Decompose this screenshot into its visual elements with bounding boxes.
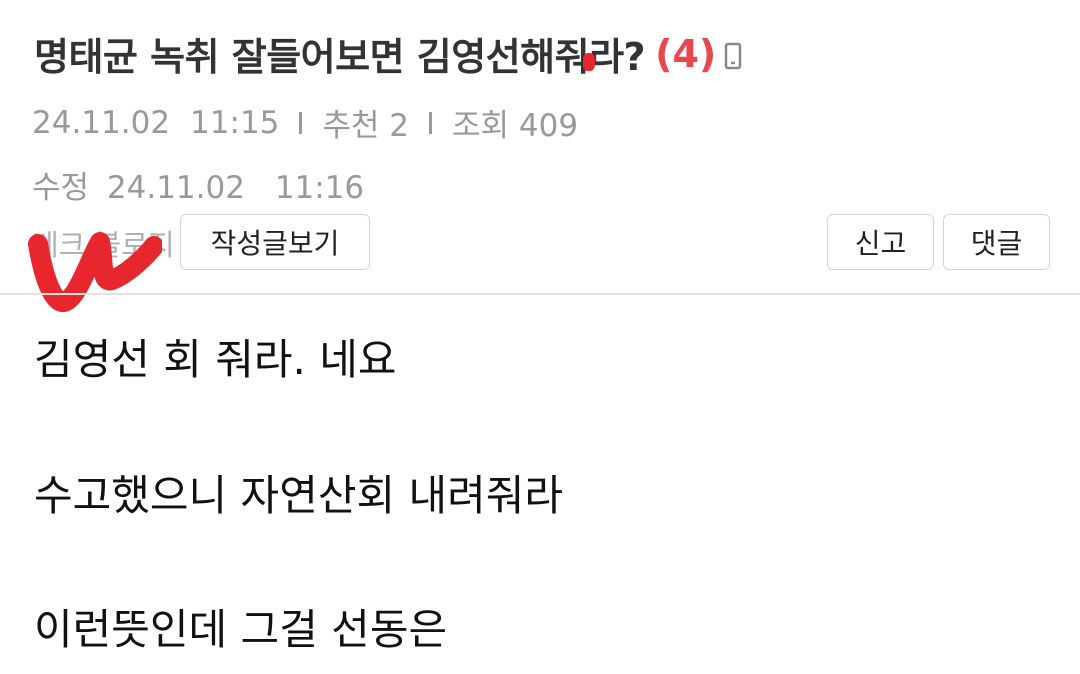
mobile-phone-icon <box>724 42 742 70</box>
author-blog-link[interactable]: 베크 블로지 <box>32 222 175 264</box>
post-date: 24.11.02 <box>32 104 171 141</box>
post-title-row: 명태균 녹취 잘들어보면 김영선해줘라? (4) <box>34 26 742 81</box>
edit-date: 24.11.02 <box>106 170 245 206</box>
post-body-line: 이런뜻인데 그걸 선동은 <box>34 605 448 654</box>
post-actions: 베크 블로지 작성글보기 신고 댓글 <box>32 214 1050 272</box>
view-posts-button[interactable]: 작성글보기 <box>180 214 370 270</box>
meta-separator <box>429 111 433 134</box>
meta-separator <box>299 111 303 134</box>
comment-button[interactable]: 댓글 <box>943 214 1050 270</box>
red-scribble-mark <box>583 53 595 71</box>
view-count: 조회 409 <box>452 108 579 144</box>
edit-time: 11:16 <box>274 170 365 206</box>
post-meta: 24.11.02 11:15 추천 2 조회 409 <box>32 100 578 145</box>
report-button[interactable]: 신고 <box>827 214 934 270</box>
recommend-count: 추천 2 <box>322 108 410 144</box>
post-page: 명태균 녹취 잘들어보면 김영선해줘라? (4) 24.11.02 11:15 … <box>0 0 1080 674</box>
content-divider <box>0 293 1080 295</box>
post-body-line: 김영선 회 줘라. 네요 <box>34 335 397 384</box>
edit-label: 수정 <box>32 170 90 206</box>
post-body-line: 수고했으니 자연산회 내려줘라 <box>34 471 564 520</box>
post-title: 명태균 녹취 잘들어보면 김영선해줘라? <box>34 35 646 79</box>
comment-count[interactable]: (4) <box>655 32 716 76</box>
post-time: 11:15 <box>190 104 280 141</box>
edit-info: 수정 24.11.02 11:16 <box>32 162 364 207</box>
